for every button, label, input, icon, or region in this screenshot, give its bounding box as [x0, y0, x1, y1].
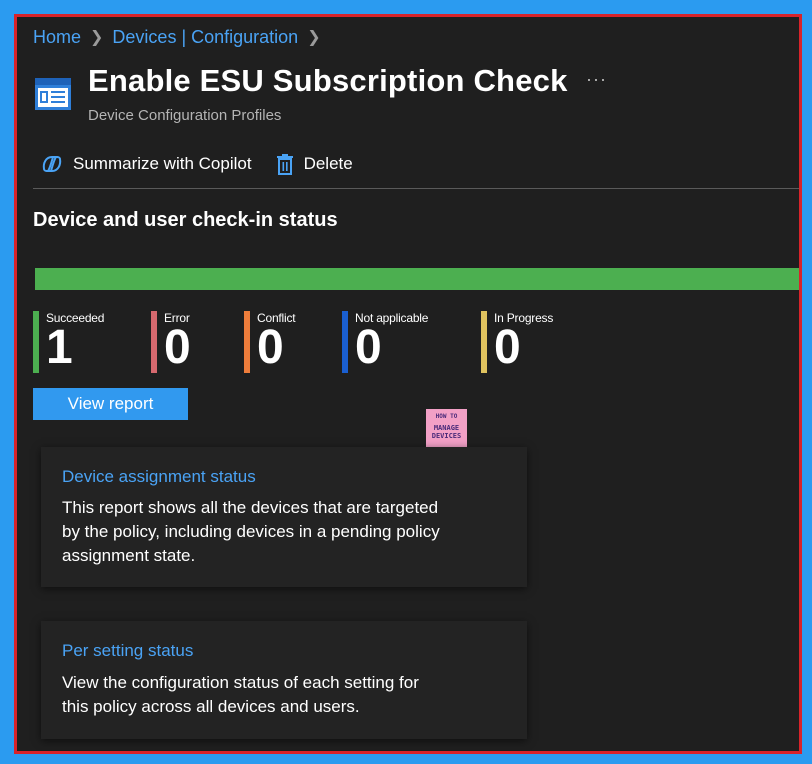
logo-line-1: HOW TO: [435, 413, 458, 420]
toolbar-divider: [33, 188, 799, 189]
summarize-with-copilot-button[interactable]: Summarize with Copilot: [41, 154, 252, 174]
card-title[interactable]: Per setting status: [62, 641, 193, 661]
delete-button[interactable]: Delete: [276, 153, 353, 175]
stat-succeeded[interactable]: Succeeded 1: [33, 311, 104, 373]
card-description: This report shows all the devices that a…: [62, 498, 440, 565]
progress-fill-succeeded: [35, 268, 799, 290]
page-subtitle: Device Configuration Profiles: [88, 107, 282, 124]
stat-value: 0: [257, 321, 284, 374]
chevron-right-icon: ❯: [90, 29, 104, 46]
card-title[interactable]: Device assignment status: [62, 467, 256, 487]
stat-value: 0: [355, 321, 382, 374]
chevron-right-icon: ❯: [307, 29, 321, 46]
configuration-profile-icon: [35, 78, 71, 110]
breadcrumb-home[interactable]: Home: [33, 27, 81, 48]
main-panel: Home ❯ Devices | Configuration ❯ Enable …: [14, 14, 802, 754]
stat-conflict[interactable]: Conflict 0: [244, 311, 296, 374]
more-options-button[interactable]: ···: [586, 69, 607, 90]
stat-value: 0: [494, 321, 521, 374]
device-assignment-status-card[interactable]: Device assignment status This report sho…: [41, 447, 527, 587]
how-to-manage-devices-logo: HOW TO MANAGE DEVICES: [426, 409, 467, 450]
per-setting-status-card[interactable]: Per setting status View the configuratio…: [41, 621, 527, 739]
card-description: View the configuration status of each se…: [62, 673, 419, 716]
checkin-status-title: Device and user check-in status: [33, 209, 338, 231]
logo-line-2: MANAGE: [433, 424, 460, 432]
breadcrumb-devices-configuration[interactable]: Devices | Configuration: [112, 27, 298, 48]
toolbar: Summarize with Copilot Delete: [41, 153, 353, 175]
logo-line-3: DEVICES: [431, 432, 462, 440]
stat-value: 1: [46, 321, 73, 374]
stat-error[interactable]: Error 0: [151, 311, 191, 373]
stat-value: 0: [164, 321, 191, 374]
copilot-icon: [42, 156, 62, 172]
breadcrumb: Home ❯ Devices | Configuration ❯: [33, 25, 330, 49]
checkin-progress-bar: [35, 268, 799, 290]
copilot-label: Summarize with Copilot: [73, 154, 252, 173]
stat-not-applicable[interactable]: Not applicable 0: [342, 311, 428, 373]
trash-icon: [276, 154, 293, 175]
stat-in-progress[interactable]: In Progress 0: [481, 311, 553, 373]
page-title: Enable ESU Subscription Check: [88, 63, 568, 98]
view-report-button[interactable]: View report: [33, 388, 188, 420]
delete-label: Delete: [303, 154, 353, 173]
